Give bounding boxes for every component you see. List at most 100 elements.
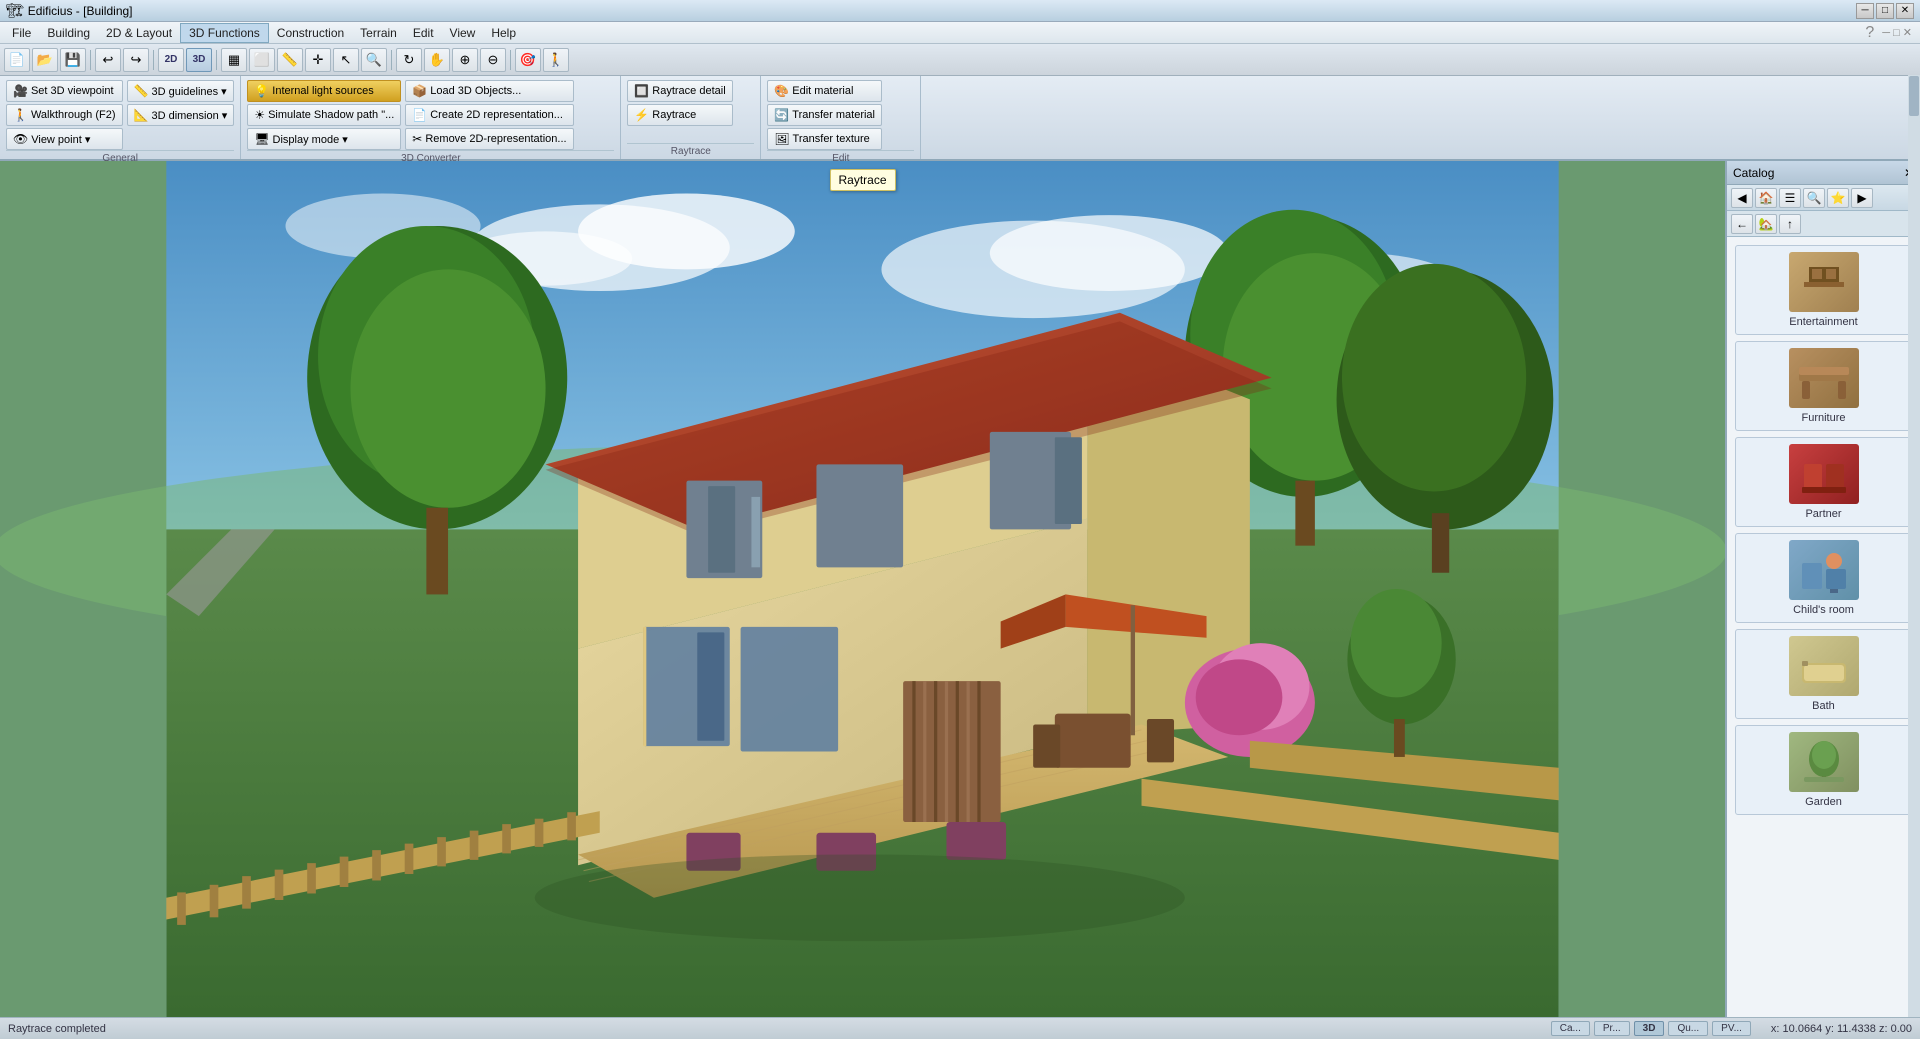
menu-building[interactable]: Building xyxy=(39,24,98,42)
raytrace-detail-button[interactable]: 🔲 Raytrace detail xyxy=(627,80,732,102)
viewport[interactable]: Raytrace xyxy=(0,161,1725,1017)
raytrace-button[interactable]: ⚡ Raytrace xyxy=(627,104,732,126)
3d-tab[interactable]: 3D xyxy=(1634,1021,1665,1036)
move-button[interactable]: ✛ xyxy=(305,48,331,72)
menu-edit[interactable]: Edit xyxy=(405,24,442,42)
guidelines-icon: 📏 xyxy=(134,84,149,98)
titlebar: 🏗 Edificius - [Building] ─ □ ✕ xyxy=(0,0,1920,22)
transfer-texture-button[interactable]: 🖼 Transfer texture xyxy=(767,128,882,150)
catalog-nav-back[interactable]: ← xyxy=(1731,214,1753,234)
display-mode-button[interactable]: 🖥 Display mode ▾ xyxy=(247,128,401,150)
catalog-item-child-room[interactable]: Child's room xyxy=(1735,533,1912,623)
ribbon-section-raytrace: 🔲 Raytrace detail ⚡ Raytrace Raytrace xyxy=(621,76,761,159)
catalog-nav: ← 🏡 ↑ xyxy=(1727,211,1920,237)
menu-help[interactable]: Help xyxy=(483,24,524,42)
save-button[interactable]: 💾 xyxy=(60,48,86,72)
child-room-thumbnail xyxy=(1789,540,1859,600)
titlebar-left: 🏗 Edificius - [Building] xyxy=(6,2,133,19)
3d-guidelines-button[interactable]: 📏 3D guidelines ▾ xyxy=(127,80,235,102)
edit-material-button[interactable]: 🎨 Edit material xyxy=(767,80,882,102)
quantities-tab[interactable]: Qu... xyxy=(1668,1021,1708,1036)
minimize-button[interactable]: ─ xyxy=(1856,3,1874,19)
menu-view[interactable]: View xyxy=(442,24,484,42)
zoom-button[interactable]: 🔍 xyxy=(361,48,387,72)
menu-terrain[interactable]: Terrain xyxy=(352,24,405,42)
partner-label: Partner xyxy=(1805,508,1841,520)
window-controls-secondary[interactable]: ─ □ ✕ xyxy=(1878,26,1916,39)
catalog-nav-home[interactable]: 🏡 xyxy=(1755,214,1777,234)
menu-file[interactable]: File xyxy=(4,24,39,42)
remove-2d-representation-button[interactable]: ✂ Remove 2D-representation... xyxy=(405,128,573,150)
zoom-out-button[interactable]: ⊖ xyxy=(480,48,506,72)
pv-tab[interactable]: PV... xyxy=(1712,1021,1751,1036)
open-button[interactable]: 📂 xyxy=(32,48,58,72)
2d-button[interactable]: 2D xyxy=(158,48,184,72)
menu-construction[interactable]: Construction xyxy=(269,24,352,42)
catalog-view-button[interactable]: ☰ xyxy=(1779,188,1801,208)
dimension-icon: 📐 xyxy=(134,108,149,122)
grid-button[interactable]: ▦ xyxy=(221,48,247,72)
zoom-in-button[interactable]: ⊕ xyxy=(452,48,478,72)
catalog-item-furniture[interactable]: Furniture xyxy=(1735,341,1912,431)
viewpoint-button[interactable]: 👁 View point ▾ xyxy=(6,128,123,150)
catalog-add-button[interactable]: ⭐ xyxy=(1827,188,1849,208)
raytrace-section-title: Raytrace xyxy=(627,143,754,157)
3d-button[interactable]: 3D xyxy=(186,48,212,72)
transfer-material-button[interactable]: 🔄 Transfer material xyxy=(767,104,882,126)
ribbon-converter-content: 💡 Internal light sources ☀ Simulate Shad… xyxy=(247,80,614,150)
help-icon[interactable]: ? xyxy=(1861,24,1878,42)
garden-label: Garden xyxy=(1805,796,1842,808)
catalog-item-entertainment[interactable]: Entertainment xyxy=(1735,245,1912,335)
status-text: Raytrace completed xyxy=(8,1023,1531,1035)
tooltip-text: Raytrace xyxy=(838,173,886,187)
catalog-header: Catalog ✕ xyxy=(1727,161,1920,185)
maximize-button[interactable]: □ xyxy=(1876,3,1894,19)
walkthrough-button[interactable]: 🚶 Walkthrough (F2) xyxy=(6,104,123,126)
menu-3d-functions[interactable]: 3D Functions xyxy=(180,23,269,43)
measure-button[interactable]: 📏 xyxy=(277,48,303,72)
separator-5 xyxy=(510,50,511,70)
new-button[interactable]: 📄 xyxy=(4,48,30,72)
catalog-nav-up[interactable]: ↑ xyxy=(1779,214,1801,234)
catalog-home-button[interactable]: 🏠 xyxy=(1755,188,1777,208)
scrollbar-thumb[interactable] xyxy=(1909,76,1919,116)
set-3d-viewpoint-button[interactable]: 🎥 Set 3D viewpoint xyxy=(6,80,123,102)
properties-tab[interactable]: Pr... xyxy=(1594,1021,1630,1036)
catalog-item-garden[interactable]: Garden xyxy=(1735,725,1912,815)
load-3d-objects-button[interactable]: 📦 Load 3D Objects... xyxy=(405,80,573,102)
detail-icon: 🔲 xyxy=(634,84,649,98)
undo-button[interactable]: ↩ xyxy=(95,48,121,72)
menu-2d-layout[interactable]: 2D & Layout xyxy=(98,24,180,42)
cursor-button[interactable]: ↖ xyxy=(333,48,359,72)
catalog-tab[interactable]: Ca... xyxy=(1551,1021,1590,1036)
box-button[interactable]: ⬜ xyxy=(249,48,275,72)
scrollbar-track[interactable] xyxy=(1908,75,1920,1017)
palette-icon: 🎨 xyxy=(774,84,789,98)
pan-button[interactable]: ✋ xyxy=(424,48,450,72)
catalog-item-bath[interactable]: Bath xyxy=(1735,629,1912,719)
main-content: Raytrace Catalog ✕ ◀ 🏠 ☰ 🔍 ⭐ ▶ ← 🏡 ↑ xyxy=(0,161,1920,1017)
back-button[interactable]: ◀ xyxy=(1731,188,1753,208)
camera-button[interactable]: 🎯 xyxy=(515,48,541,72)
walk-button[interactable]: 🚶 xyxy=(543,48,569,72)
rotate-button[interactable]: ↻ xyxy=(396,48,422,72)
scissors-icon: ✂ xyxy=(412,132,422,146)
quick-toolbar: 📄 📂 💾 ↩ ↪ 2D 3D ▦ ⬜ 📏 ✛ ↖ 🔍 ↻ ✋ ⊕ ⊖ 🎯 🚶 xyxy=(0,44,1920,76)
close-button[interactable]: ✕ xyxy=(1896,3,1914,19)
lightbulb-icon: 💡 xyxy=(254,84,269,98)
texture-icon: 🖼 xyxy=(774,132,789,146)
catalog-search-button[interactable]: 🔍 xyxy=(1803,188,1825,208)
transfer-icon: 🔄 xyxy=(774,108,789,122)
catalog-item-partner[interactable]: Partner xyxy=(1735,437,1912,527)
box-icon: 📦 xyxy=(412,84,427,98)
catalog-next-button[interactable]: ▶ xyxy=(1851,188,1873,208)
simulate-shadow-button[interactable]: ☀ Simulate Shadow path "... xyxy=(247,104,401,126)
internal-light-sources-button[interactable]: 💡 Internal light sources xyxy=(247,80,401,102)
create-2d-representation-button[interactable]: 📄 Create 2D representation... xyxy=(405,104,573,126)
titlebar-controls[interactable]: ─ □ ✕ xyxy=(1856,3,1914,19)
separator-4 xyxy=(391,50,392,70)
redo-button[interactable]: ↪ xyxy=(123,48,149,72)
separator-2 xyxy=(153,50,154,70)
3d-dimension-button[interactable]: 📐 3D dimension ▾ xyxy=(127,104,235,126)
ribbon-section-edit: 🎨 Edit material 🔄 Transfer material 🖼 Tr… xyxy=(761,76,921,159)
